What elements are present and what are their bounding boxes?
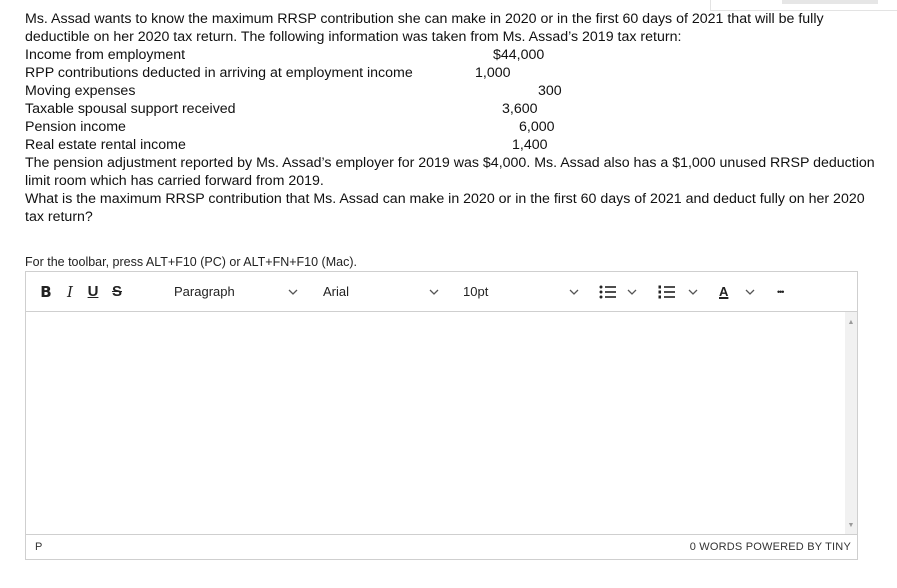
- editor-toolbar: B I U S Paragraph Arial 10pt A •••: [26, 272, 857, 312]
- underline-button[interactable]: U: [82, 272, 104, 311]
- chevron-down-icon[interactable]: [288, 272, 298, 311]
- chevron-down-icon[interactable]: [745, 272, 755, 311]
- bullet-list-icon[interactable]: [599, 272, 617, 311]
- income-value: 1,000: [475, 65, 511, 81]
- italic-button[interactable]: I: [59, 272, 81, 311]
- block-format-dropdown[interactable]: Paragraph: [174, 272, 235, 311]
- income-value: 300: [538, 83, 562, 99]
- font-size-dropdown[interactable]: 10pt: [463, 272, 488, 311]
- more-options-icon[interactable]: •••: [777, 272, 785, 311]
- chevron-down-icon[interactable]: [627, 272, 637, 311]
- top-button-fragment[interactable]: [782, 0, 878, 4]
- income-value: 3,600: [502, 101, 538, 117]
- strikethrough-button[interactable]: S: [106, 272, 128, 311]
- numbered-list-icon[interactable]: [658, 272, 676, 311]
- question-text: Ms. Assad wants to know the maximum RRSP…: [25, 10, 875, 226]
- income-value: 6,000: [519, 119, 555, 135]
- income-label: Moving expenses: [25, 83, 136, 99]
- rich-text-editor: B I U S Paragraph Arial 10pt A ••• ▲ ▼ P…: [25, 271, 858, 560]
- question-paragraph-3: What is the maximum RRSP contribution th…: [25, 191, 865, 225]
- chevron-down-icon[interactable]: [569, 272, 579, 311]
- font-family-dropdown[interactable]: Arial: [323, 272, 349, 311]
- income-row: Taxable spousal support received 3,600: [25, 100, 875, 118]
- income-value: $44,000: [493, 47, 545, 63]
- income-row: Real estate rental income 1,400: [25, 136, 875, 154]
- income-row: Income from employment $44,000: [25, 46, 875, 64]
- question-intro: Ms. Assad wants to know the maximum RRSP…: [25, 11, 824, 45]
- editor-statusbar: P 0 WORDS POWERED BY TINY: [26, 534, 857, 559]
- question-paragraph-2: The pension adjustment reported by Ms. A…: [25, 155, 875, 189]
- income-value: 1,400: [512, 137, 548, 153]
- editor-content-area[interactable]: [26, 312, 857, 535]
- bold-button[interactable]: B: [35, 272, 57, 311]
- income-row: Pension income 6,000: [25, 118, 875, 136]
- scroll-down-arrow-icon[interactable]: ▼: [845, 519, 857, 531]
- chevron-down-icon[interactable]: [429, 272, 439, 311]
- editor-scrollbar[interactable]: ▲ ▼: [845, 312, 857, 535]
- income-row: RPP contributions deducted in arriving a…: [25, 64, 875, 82]
- scroll-up-arrow-icon[interactable]: ▲: [845, 316, 857, 328]
- income-table: Income from employment $44,000 RPP contr…: [25, 46, 875, 154]
- word-count[interactable]: 0 WORDS: [690, 541, 743, 553]
- text-color-button[interactable]: A: [719, 272, 728, 311]
- wordcount-area: 0 WORDS POWERED BY TINY: [690, 541, 851, 553]
- toolbar-hint: For the toolbar, press ALT+F10 (PC) or A…: [25, 255, 357, 269]
- element-path[interactable]: P: [35, 541, 42, 553]
- income-label: Taxable spousal support received: [25, 101, 236, 117]
- income-label: Income from employment: [25, 47, 186, 63]
- income-label: Pension income: [25, 119, 126, 135]
- income-label: Real estate rental income: [25, 137, 186, 153]
- powered-by-link[interactable]: POWERED BY TINY: [746, 541, 851, 553]
- income-label: RPP contributions deducted in arriving a…: [25, 65, 413, 81]
- chevron-down-icon[interactable]: [688, 272, 698, 311]
- income-row: Moving expenses 300: [25, 82, 875, 100]
